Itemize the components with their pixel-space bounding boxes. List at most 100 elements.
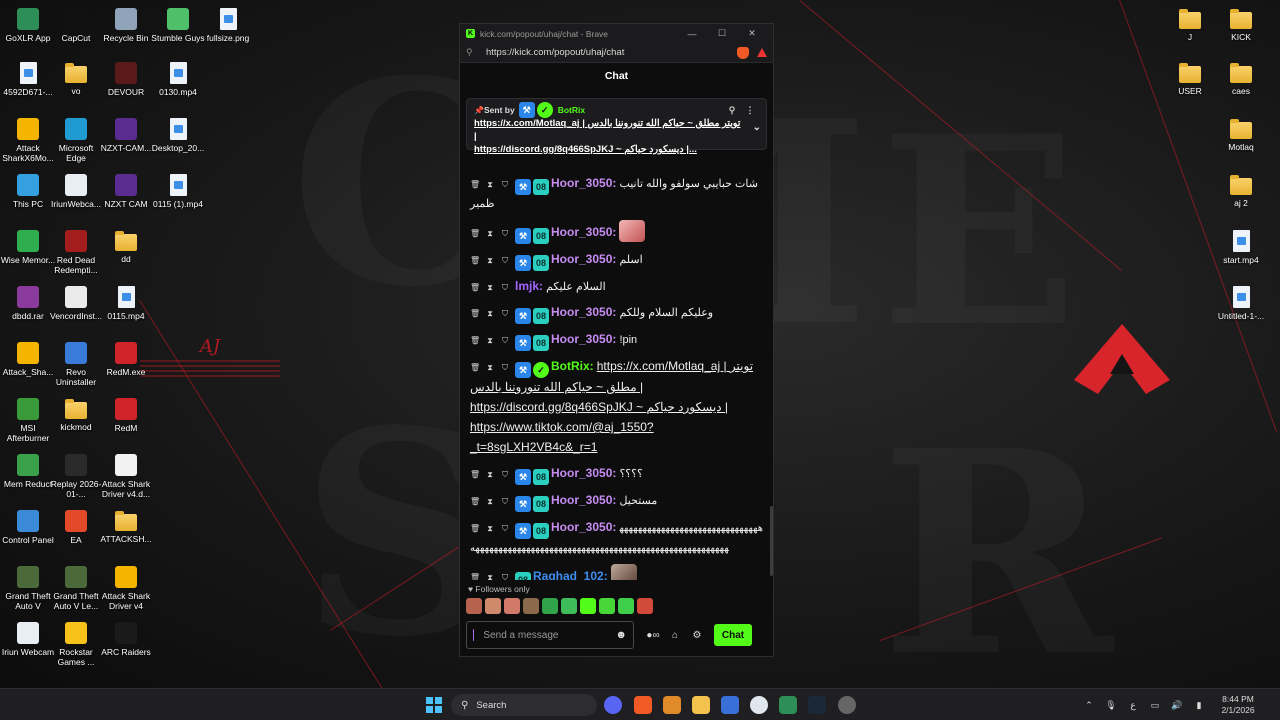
desktop-icon[interactable]: Stumble Guys	[150, 8, 206, 43]
desktop-icon[interactable]: start.mp4	[1213, 230, 1269, 265]
emote-button[interactable]	[466, 598, 482, 614]
chat-scrollbar[interactable]	[770, 506, 773, 576]
chat-username[interactable]: BotRix:	[551, 359, 594, 373]
timeout-icon[interactable]: ⧗	[485, 224, 495, 243]
emote-button[interactable]	[504, 598, 520, 614]
desktop-icon[interactable]: Rockstar Games ...	[48, 622, 104, 667]
pinned-bot-name[interactable]: BotRix	[558, 105, 585, 115]
send-chat-button[interactable]: Chat	[714, 624, 752, 646]
delete-message-icon[interactable]: 🗑	[470, 519, 480, 538]
desktop-icon[interactable]: fullsize.png	[200, 8, 256, 43]
close-button[interactable]: ✕	[737, 28, 767, 39]
chatgpt-taskbar-icon[interactable]	[838, 696, 856, 714]
maximize-button[interactable]: ☐	[707, 28, 737, 39]
delete-message-icon[interactable]: 🗑	[470, 175, 480, 194]
desktop-icon[interactable]: VencordInst...	[48, 286, 104, 321]
desktop-icon[interactable]: vo	[48, 62, 104, 96]
delete-message-icon[interactable]: 🗑	[470, 278, 480, 297]
desktop-icon[interactable]: dd	[98, 230, 154, 264]
desktop-icon[interactable]: caes	[1213, 62, 1269, 96]
timeout-icon[interactable]: ⧗	[485, 568, 495, 580]
url-field[interactable]: https://kick.com/popout/uhaj/chat	[482, 47, 737, 58]
goxlr-taskbar-icon[interactable]	[779, 696, 797, 714]
desktop-icon[interactable]: Red Dead Redempti...	[48, 230, 104, 275]
pinned-line-1[interactable]: https://x.com/Motlaq_aj | تويتر مطلق ~ ح…	[474, 117, 741, 143]
battery-icon[interactable]: ▮	[1188, 700, 1210, 711]
steam-taskbar-icon[interactable]	[808, 696, 826, 714]
chat-username[interactable]: Hoor_3050:	[551, 176, 616, 190]
desktop-icon[interactable]: Revo Uninstaller	[48, 342, 104, 387]
emote-button[interactable]	[542, 598, 558, 614]
pinned-line-2[interactable]: https://discord.gg/8q466SpJKJ ~ ديسكورد …	[474, 143, 741, 156]
desktop-icon[interactable]: 0130.mp4	[150, 62, 206, 97]
desktop-icon[interactable]: EA	[48, 510, 104, 545]
desktop-icon[interactable]: USER	[1162, 62, 1218, 96]
emote-button[interactable]	[561, 598, 577, 614]
ban-icon[interactable]: ⛉	[500, 304, 510, 323]
emote-button[interactable]	[580, 598, 596, 614]
desktop-icon[interactable]: J	[1162, 8, 1218, 42]
send-message-input[interactable]	[483, 629, 616, 641]
chat-username[interactable]: Hoor_3050:	[551, 252, 616, 266]
windows-start-icon[interactable]	[426, 697, 442, 713]
ban-icon[interactable]: ⛉	[500, 465, 510, 484]
ban-icon[interactable]: ⛉	[500, 278, 510, 297]
brave-taskbar-icon[interactable]	[634, 696, 652, 714]
timeout-icon[interactable]: ⧗	[485, 278, 495, 297]
chat-username[interactable]: lmjk:	[515, 279, 543, 293]
taskbar-clock[interactable]: 8:44 PM 2/1/2026	[1210, 694, 1266, 716]
unpin-button[interactable]: ⚲	[723, 105, 741, 116]
ban-icon[interactable]: ⛉	[500, 251, 510, 270]
gear-icon[interactable]: ⚙	[686, 630, 708, 641]
desktop-icon[interactable]: 0115 (1).mp4	[150, 174, 206, 209]
chat-username[interactable]: Hoor_3050:	[551, 520, 616, 534]
emoji-icon[interactable]: ☻	[615, 629, 627, 641]
timeout-icon[interactable]: ⧗	[485, 519, 495, 538]
desktop-icon[interactable]: Attack Shark Driver v4	[98, 566, 154, 611]
desktop-icon[interactable]: KICK	[1213, 8, 1269, 42]
delete-message-icon[interactable]: 🗑	[470, 304, 480, 323]
desktop-icon[interactable]: aj 2	[1213, 174, 1269, 208]
desktop-icon[interactable]: ATTACKSH...	[98, 510, 154, 544]
chat-username[interactable]: Hoor_3050:	[551, 493, 616, 507]
language-indicator[interactable]: ع	[1122, 700, 1144, 711]
iriun-taskbar-icon[interactable]	[750, 696, 768, 714]
emote-button[interactable]	[523, 598, 539, 614]
desktop-icon[interactable]: NZXT CAM	[98, 174, 154, 209]
emote-button[interactable]	[485, 598, 501, 614]
chat-input-box[interactable]: ☻	[466, 621, 634, 649]
desktop-icon[interactable]: Motlaq	[1213, 118, 1269, 152]
apex-taskbar-icon[interactable]	[663, 696, 681, 714]
desktop-icon[interactable]: kickmod	[48, 398, 104, 432]
delete-message-icon[interactable]: 🗑	[470, 251, 480, 270]
chevron-up-icon[interactable]: ⌃	[1078, 700, 1100, 711]
timeout-icon[interactable]: ⧗	[485, 251, 495, 270]
discord-taskbar-icon[interactable]	[604, 696, 622, 714]
chevron-down-icon[interactable]: ⌄	[753, 121, 761, 134]
desktop-icon[interactable]: NZXT-CAM...	[98, 118, 154, 153]
ban-icon[interactable]: ⛉	[500, 519, 510, 538]
desktop-icon[interactable]: DEVOUR	[98, 62, 154, 97]
chat-username[interactable]: Hoor_3050:	[551, 225, 616, 239]
delete-message-icon[interactable]: 🗑	[470, 465, 480, 484]
chat-username[interactable]: Hoor_3050:	[551, 305, 616, 319]
minimize-button[interactable]: —	[677, 29, 707, 39]
network-icon[interactable]: ▭	[1144, 700, 1166, 711]
emote-button[interactable]	[599, 598, 615, 614]
pinned-message[interactable]: 📌 Sent by ⚒ ✓ BotRix ⚲ ⋮ https://x.com/M…	[466, 98, 767, 155]
chat-username[interactable]: Raghad_102:	[533, 569, 608, 580]
delete-message-icon[interactable]: 🗑	[470, 568, 480, 580]
desktop-icon[interactable]: IriunWebca...	[48, 174, 104, 209]
desktop-icon[interactable]: Desktop_20...	[150, 118, 206, 153]
ban-icon[interactable]: ⛉	[500, 568, 510, 580]
desktop-icon[interactable]: Grand Theft Auto V Le...	[48, 566, 104, 611]
delete-message-icon[interactable]: 🗑	[470, 224, 480, 243]
desktop-icon[interactable]: Untitled-1-...	[1213, 286, 1269, 321]
desktop-icon[interactable]: Replay 2026-01-...	[48, 454, 104, 499]
chat-username[interactable]: Hoor_3050:	[551, 332, 616, 346]
gift-icon[interactable]: ⌂	[664, 630, 686, 641]
timeout-icon[interactable]: ⧗	[485, 465, 495, 484]
app-taskbar-icon[interactable]	[721, 696, 739, 714]
ban-icon[interactable]: ⛉	[500, 175, 510, 194]
timeout-icon[interactable]: ⧗	[485, 492, 495, 511]
